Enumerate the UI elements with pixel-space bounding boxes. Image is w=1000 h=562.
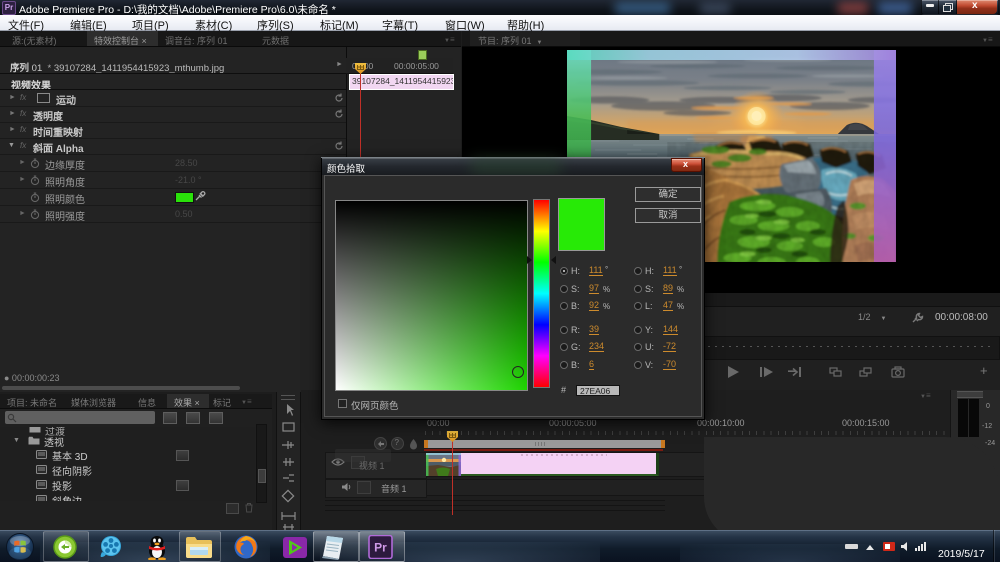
svg-text:Pr: Pr bbox=[374, 541, 387, 555]
